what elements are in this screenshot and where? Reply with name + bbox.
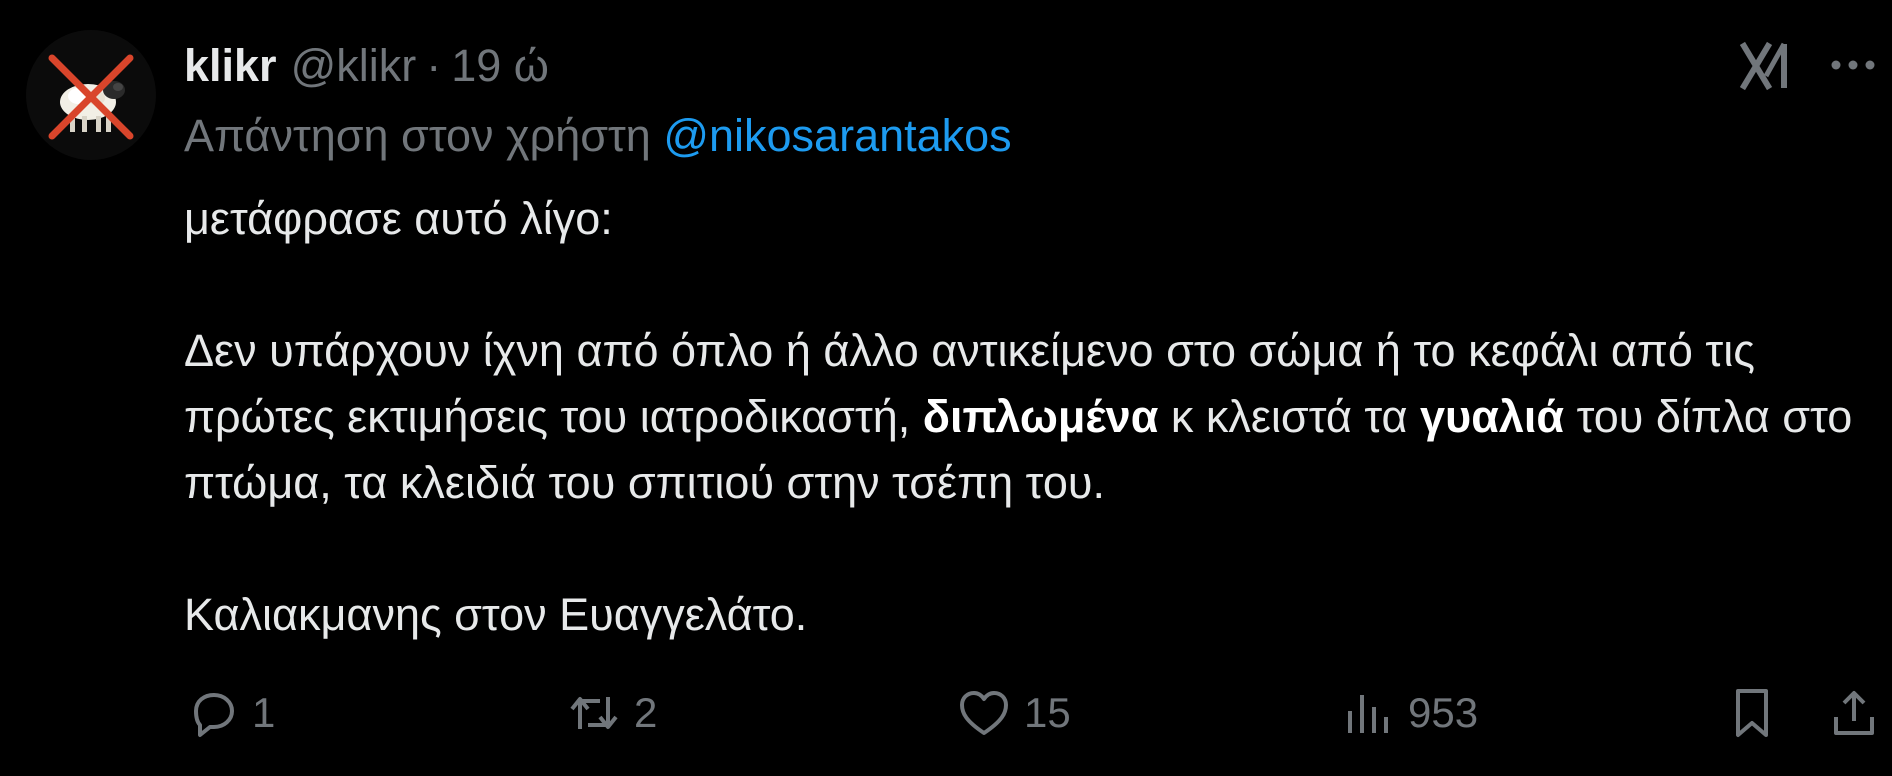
avatar-image (26, 30, 156, 160)
bookmark-icon (1736, 689, 1768, 737)
separator: · (426, 40, 442, 91)
reply-count: 1 (252, 689, 276, 736)
author-display-name[interactable]: klikr (184, 40, 277, 92)
reply-button[interactable]: 1 (184, 678, 275, 748)
views-icon (1348, 695, 1388, 733)
like-icon (960, 691, 1008, 735)
reply-prefix: Απάντηση στον χρήστη (184, 110, 651, 161)
body-paragraph-2: Δεν υπάρχουν ίχνη από όπλο ή άλλο αντικε… (184, 318, 1864, 516)
bookmark-button[interactable] (1724, 678, 1780, 748)
tweet-body: μετάφρασε αυτό λίγο: Δεν υπάρχουν ίχνη α… (184, 186, 1864, 648)
views-button[interactable]: 953 (1340, 678, 1478, 748)
reply-icon (194, 693, 234, 737)
tweet-time[interactable]: 19 ώ (451, 40, 549, 92)
avatar[interactable] (26, 30, 156, 160)
tweet-header: klikr @klikr · 19 ώ (184, 38, 549, 94)
retweet-count: 2 (634, 689, 658, 736)
retweet-icon (570, 697, 618, 729)
retweet-button[interactable]: 2 (566, 678, 657, 748)
views-count: 953 (1408, 689, 1479, 736)
reply-context: Απάντηση στον χρήστη @nikosarantakos (184, 110, 1012, 162)
share-icon (1834, 691, 1874, 735)
body-bold-text: γυαλιά (1420, 391, 1565, 442)
body-paragraph-3: Καλιακμανης στον Ευαγγελάτο. (184, 589, 808, 640)
tweet[interactable]: klikr @klikr · 19 ώ Απάντηση στον χρήστη… (0, 0, 1892, 776)
author-handle[interactable]: @klikr (291, 40, 417, 92)
more-icon[interactable] (1828, 50, 1878, 80)
share-button[interactable] (1826, 678, 1882, 748)
reply-mention-link[interactable]: @nikosarantakos (663, 110, 1011, 161)
like-count: 15 (1024, 689, 1071, 736)
body-line-1: μετάφρασε αυτό λίγο: (184, 193, 613, 244)
action-bar: 1 2 15 953 (0, 678, 1892, 748)
grok-icon[interactable] (1740, 40, 1792, 92)
like-button[interactable]: 15 (956, 678, 1071, 748)
body-bold-text: διπλωμένα (922, 391, 1159, 442)
body-text: κ κλειστά τα (1158, 391, 1421, 442)
